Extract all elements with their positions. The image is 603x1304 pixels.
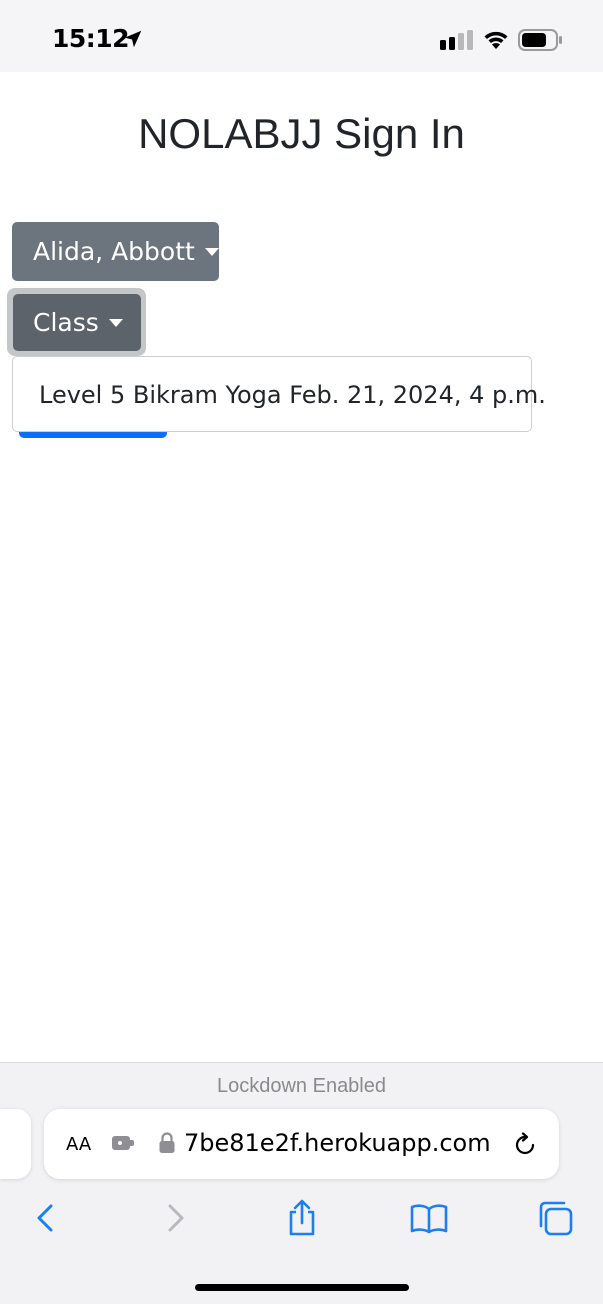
extension-icon[interactable] [110,1131,136,1155]
url-text: 7be81e2f.herokuapp.com [184,1129,494,1157]
forward-icon[interactable] [155,1198,195,1238]
battery-icon [518,29,562,51]
address-bar[interactable]: AA 7be81e2f.herokuapp.com [44,1109,559,1179]
class-dropdown-button[interactable]: Class [13,294,141,351]
back-icon[interactable] [26,1198,66,1238]
previous-tab-peek[interactable] [0,1109,31,1179]
caret-down-icon [204,247,219,256]
url-value: 7be81e2f.herokuapp.com [184,1129,491,1157]
reload-icon[interactable] [511,1131,539,1159]
home-indicator[interactable] [195,1284,409,1291]
location-arrow-icon [124,30,142,48]
browser-toolbar-area: Lockdown Enabled AA 7be81e2f.herokuapp.c… [0,1062,603,1304]
wifi-icon [484,31,508,49]
class-dropdown-label: Class [33,308,99,337]
lockdown-mode-label: Lockdown Enabled [216,1075,386,1097]
cellular-signal-icon [440,30,473,50]
text-size-button[interactable]: AA [66,1131,91,1156]
status-time: 15:12 [52,24,130,53]
class-dropdown-menu: Level 5 Bikram Yoga Feb. 21, 2024, 4 p.m… [12,356,546,432]
student-dropdown-button[interactable]: Alida, Abbott [12,222,219,281]
lock-icon [159,1132,175,1153]
text-size-label: AA [66,1134,92,1155]
page-title: NOLABJJ Sign In [138,110,465,157]
caret-down-icon [108,318,123,327]
share-icon[interactable] [282,1198,322,1238]
tabs-icon[interactable] [536,1198,576,1238]
status-bar: 15:12 [0,0,603,72]
student-dropdown-label: Alida, Abbott [33,237,195,266]
bookmarks-icon[interactable] [409,1198,449,1238]
class-option[interactable]: Level 5 Bikram Yoga Feb. 21, 2024, 4 p.m… [39,381,546,409]
